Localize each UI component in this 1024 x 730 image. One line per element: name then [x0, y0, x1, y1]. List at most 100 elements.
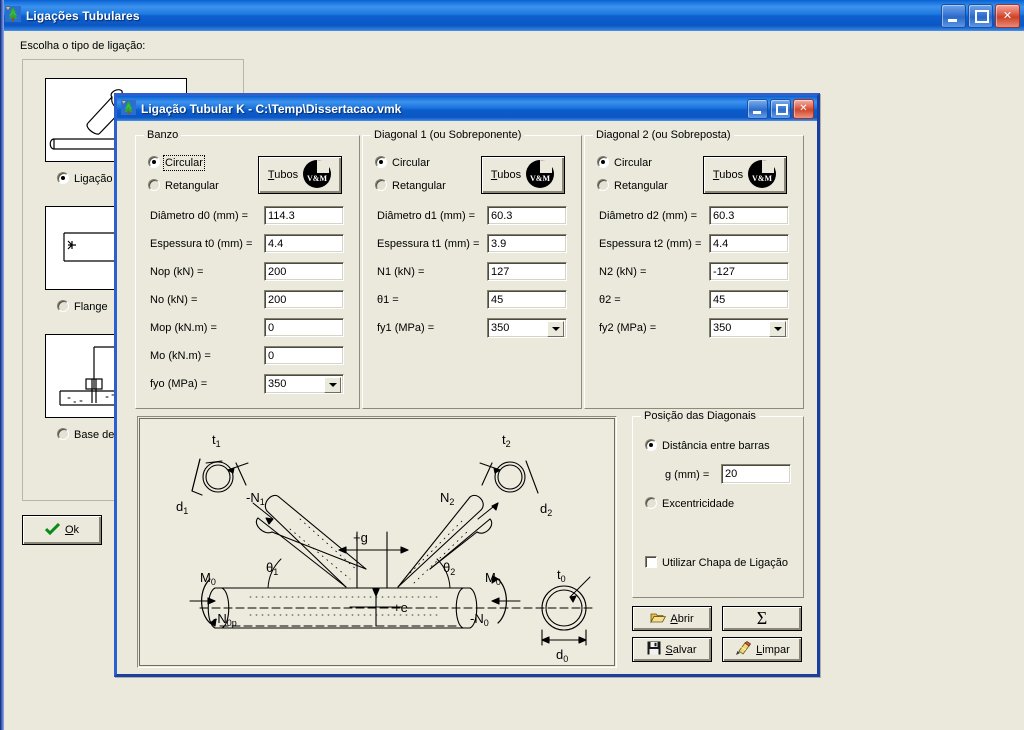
field-input-diagonal2-3[interactable]: 45	[709, 290, 789, 309]
field-input-diagonal2-1[interactable]: 4.4	[709, 234, 789, 253]
field-combo-diagonal1-4[interactable]: 350	[487, 318, 567, 338]
g-field-input[interactable]: 20	[721, 464, 791, 484]
main-window-controls: ✕	[941, 4, 1020, 28]
k-joint-dialog: Ligação Tubular K - C:\Temp\Dissertacao.…	[114, 93, 820, 677]
svg-text:-N0p: -N0p	[213, 611, 237, 628]
field-input-diagonal2-2[interactable]: -127	[709, 262, 789, 281]
posicao-option-excentricidade[interactable]: Excentricidade	[645, 497, 734, 510]
posicao-diagonais-group: Posição das Diagonais Distância entre ba…	[632, 410, 804, 598]
diagonal2-shape-circular[interactable]: Circular	[597, 156, 652, 169]
chevron-down-icon[interactable]	[324, 377, 341, 393]
limpar-button[interactable]: Limpar	[722, 637, 802, 662]
app-tree-icon	[121, 99, 136, 118]
radio-diagonal1-circular[interactable]	[375, 156, 387, 168]
svg-text:θ2: θ2	[443, 560, 455, 577]
posicao-option-distancia[interactable]: Distância entre barras	[645, 439, 770, 452]
connection-type-option-1[interactable]: Flange	[57, 300, 108, 313]
field-label-diagonal2-1: Espessura t2 (mm) =	[599, 238, 702, 250]
field-input-diagonal1-1[interactable]: 3.9	[487, 234, 567, 253]
choose-connection-label: Escolha o tipo de ligação:	[20, 40, 146, 52]
field-input-banzo-3[interactable]: 200	[264, 290, 344, 309]
ok-button[interactable]: Ok	[22, 515, 102, 545]
radio-banzo-retangular[interactable]	[148, 179, 160, 191]
banzo-shape-circular[interactable]: Circular	[148, 155, 205, 171]
field-input-banzo-5[interactable]: 0	[264, 346, 344, 365]
diagonal1-shape-rectangular[interactable]: Retangular	[375, 179, 446, 192]
connection-type-option-2[interactable]: Base de	[57, 428, 114, 441]
field-label-diagonal2-0: Diâmetro d2 (mm) =	[599, 210, 698, 222]
radio-diagonal1-retangular[interactable]	[375, 179, 387, 191]
calcular-sigma-button[interactable]: Σ	[722, 606, 802, 631]
diagonal1-group-title: Diagonal 1 (ou Sobreponente)	[371, 129, 525, 141]
radio-diagonal2-retangular[interactable]	[597, 179, 609, 191]
field-label-diagonal2-2: N2 (kN) =	[599, 266, 647, 278]
chapa-ligacao-checkbox[interactable]: Utilizar Chapa de Ligação	[645, 556, 788, 569]
svg-text:V&M: V&M	[752, 174, 772, 183]
field-label-diagonal1-3: θ1 =	[377, 294, 399, 306]
field-input-diagonal1-3[interactable]: 45	[487, 290, 567, 309]
field-label-diagonal1-0: Diâmetro d1 (mm) =	[377, 210, 476, 222]
dialog-titlebar[interactable]: Ligação Tubular K - C:\Temp\Dissertacao.…	[117, 96, 817, 121]
salvar-button[interactable]: Salvar	[632, 637, 712, 662]
dialog-close-button[interactable]: ✕	[793, 99, 814, 119]
diagonal1-tubos-button[interactable]: Tubos V&M	[481, 156, 565, 194]
diagonal2-tubos-button[interactable]: Tubos V&M	[703, 156, 787, 194]
g-field-label: g (mm) =	[665, 469, 710, 481]
chevron-down-icon[interactable]	[547, 321, 564, 337]
banzo-shape-rectangular[interactable]: Retangular	[148, 179, 219, 192]
field-label-diagonal1-4: fy1 (MPa) =	[377, 322, 435, 334]
diagonal2-group: Diagonal 2 (ou Sobreposta) Circular Reta…	[584, 129, 804, 409]
field-combo-diagonal2-4[interactable]: 350	[709, 318, 789, 338]
field-combo-banzo-6[interactable]: 350	[264, 374, 344, 394]
radio-banzo-circular[interactable]	[148, 156, 160, 168]
open-folder-icon	[650, 611, 667, 627]
radio-flange[interactable]	[57, 300, 69, 312]
banzo-tubos-button[interactable]: Tubos V&M	[258, 156, 342, 194]
field-input-banzo-1[interactable]: 4.4	[264, 234, 344, 253]
diagonal1-circular-label: Circular	[392, 157, 430, 169]
screen: Ligações Tubulares ✕ Escolha o tipo de l…	[0, 0, 1024, 730]
field-label-banzo-2: Nop (kN) =	[150, 266, 204, 278]
k-joint-technical-drawing: t1 d1 -N1 t2 d2 N2 +g +e θ1 θ2 M0 M0 -N0…	[137, 416, 617, 668]
radio-distancia-entre-barras[interactable]	[645, 439, 657, 451]
radio-ligacao[interactable]	[57, 172, 69, 184]
radio-diagonal2-circular[interactable]	[597, 156, 609, 168]
field-input-banzo-0[interactable]: 114.3	[264, 206, 344, 225]
field-input-banzo-2[interactable]: 200	[264, 262, 344, 281]
dialog-minimize-button[interactable]	[747, 99, 768, 119]
field-label-banzo-5: Mo (kN.m) =	[150, 350, 211, 362]
abrir-button[interactable]: Abrir	[632, 606, 712, 631]
radio-base[interactable]	[57, 428, 69, 440]
connection-type-option-0[interactable]: Ligação	[57, 172, 113, 185]
ok-button-label: Ok	[64, 524, 80, 536]
main-window-titlebar[interactable]: Ligações Tubulares ✕	[0, 0, 1024, 31]
minimize-button[interactable]	[941, 4, 966, 28]
svg-text:M0: M0	[485, 570, 501, 587]
chapa-ligacao-label: Utilizar Chapa de Ligação	[662, 557, 788, 569]
svg-text:t0: t0	[557, 567, 566, 584]
main-window-client: Escolha o tipo de ligação: Ligação Flang…	[4, 31, 1020, 730]
field-label-diagonal2-3: θ2 =	[599, 294, 621, 306]
app-tree-icon	[5, 6, 21, 25]
field-label-diagonal1-1: Espessura t1 (mm) =	[377, 238, 480, 250]
vm-logo-icon: V&M	[302, 159, 332, 192]
close-button[interactable]: ✕	[995, 4, 1020, 28]
dialog-maximize-button[interactable]	[770, 99, 791, 119]
banzo-retangular-label: Retangular	[165, 180, 219, 192]
chevron-down-icon[interactable]	[769, 321, 786, 337]
field-input-diagonal2-0[interactable]: 60.3	[709, 206, 789, 225]
field-input-diagonal1-0[interactable]: 60.3	[487, 206, 567, 225]
maximize-button[interactable]	[968, 4, 993, 28]
diagonal2-shape-rectangular[interactable]: Retangular	[597, 179, 668, 192]
field-input-diagonal1-2[interactable]: 127	[487, 262, 567, 281]
diagonal1-shape-circular[interactable]: Circular	[375, 156, 430, 169]
field-label-diagonal1-2: N1 (kN) =	[377, 266, 425, 278]
connection-type-label-1: Flange	[74, 301, 108, 313]
field-input-banzo-4[interactable]: 0	[264, 318, 344, 337]
svg-text:d0: d0	[556, 647, 568, 664]
banzo-group-title: Banzo	[144, 129, 182, 141]
radio-excentricidade[interactable]	[645, 497, 657, 509]
checkbox-icon[interactable]	[645, 556, 657, 568]
svg-text:+g: +g	[353, 530, 368, 545]
svg-text:+e: +e	[393, 600, 408, 615]
